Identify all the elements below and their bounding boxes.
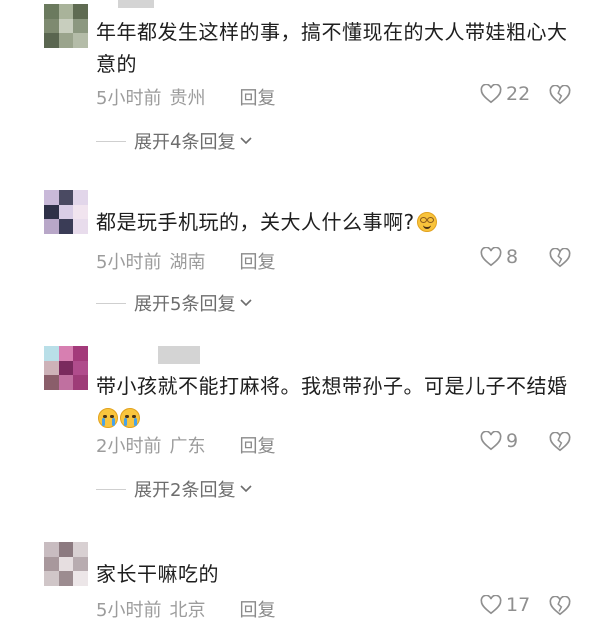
dislike-button[interactable] xyxy=(549,431,571,456)
username-blurred[interactable] xyxy=(118,0,154,8)
avatar[interactable] xyxy=(44,346,88,390)
comment-text: 带小孩就不能打麻将。我想带孙子。可是儿子不结婚 xyxy=(96,370,576,434)
comment-time: 5小时前 xyxy=(96,252,162,273)
comment-meta: 5小时前 湖南 回复 xyxy=(96,248,275,274)
divider-dash xyxy=(96,488,126,490)
heart-icon xyxy=(480,595,502,615)
reply-button[interactable]: 回复 xyxy=(239,596,275,622)
comment-time: 5小时前 xyxy=(96,88,162,109)
username-blurred[interactable] xyxy=(158,346,200,364)
smile-glasses-emoji xyxy=(416,212,437,232)
heart-icon xyxy=(480,84,502,104)
comment-meta: 5小时前 贵州 回复 xyxy=(96,84,275,110)
comment-location: 北京 xyxy=(169,600,206,621)
crying-emoji xyxy=(120,408,140,428)
comment-text: 家长干嘛吃的 xyxy=(96,562,219,586)
heart-icon xyxy=(480,247,502,267)
expand-replies-button[interactable]: 展开4条回复 xyxy=(96,128,253,154)
divider-dash xyxy=(96,140,126,142)
avatar[interactable] xyxy=(44,4,88,48)
comment-location: 广东 xyxy=(169,436,206,457)
like-button[interactable]: 9 xyxy=(480,430,518,452)
crying-emoji xyxy=(98,408,118,428)
expand-replies-button[interactable]: 展开2条回复 xyxy=(96,476,253,502)
avatar[interactable] xyxy=(44,542,88,586)
heart-icon xyxy=(480,431,502,451)
broken-heart-icon xyxy=(549,431,571,452)
like-button[interactable]: 8 xyxy=(480,246,518,268)
like-count: 17 xyxy=(506,594,531,616)
comment-location: 贵州 xyxy=(169,88,206,109)
expand-replies-label: 展开2条回复 xyxy=(134,480,236,501)
chevron-down-icon xyxy=(240,485,253,493)
expand-replies-label: 展开5条回复 xyxy=(134,294,236,315)
like-button[interactable]: 22 xyxy=(480,83,530,105)
comment-text: 都是玩手机玩的，关大人什么事啊? xyxy=(96,206,576,238)
chevron-down-icon xyxy=(240,137,253,145)
dislike-button[interactable] xyxy=(549,595,571,620)
comment-meta: 5小时前 北京 回复 xyxy=(96,596,275,622)
reply-button[interactable]: 回复 xyxy=(239,84,275,110)
like-count: 22 xyxy=(506,83,531,105)
comment-time: 2小时前 xyxy=(96,436,162,457)
broken-heart-icon xyxy=(549,247,571,268)
avatar[interactable] xyxy=(44,190,88,234)
reply-button[interactable]: 回复 xyxy=(239,432,275,458)
broken-heart-icon xyxy=(549,84,571,105)
expand-replies-label: 展开4条回复 xyxy=(134,132,236,153)
comment-time: 5小时前 xyxy=(96,600,162,621)
dislike-button[interactable] xyxy=(549,247,571,272)
dislike-button[interactable] xyxy=(549,84,571,109)
like-count: 8 xyxy=(506,246,519,268)
comment-meta: 2小时前 广东 回复 xyxy=(96,432,275,458)
like-count: 9 xyxy=(506,430,519,452)
broken-heart-icon xyxy=(549,595,571,616)
divider-dash xyxy=(96,302,126,304)
chevron-down-icon xyxy=(240,299,253,307)
comment-text: 年年都发生这样的事，搞不懂现在的大人带娃粗心大意的 xyxy=(96,20,568,76)
expand-replies-button[interactable]: 展开5条回复 xyxy=(96,290,253,316)
reply-button[interactable]: 回复 xyxy=(239,248,275,274)
comment-location: 湖南 xyxy=(169,252,206,273)
like-button[interactable]: 17 xyxy=(480,594,530,616)
